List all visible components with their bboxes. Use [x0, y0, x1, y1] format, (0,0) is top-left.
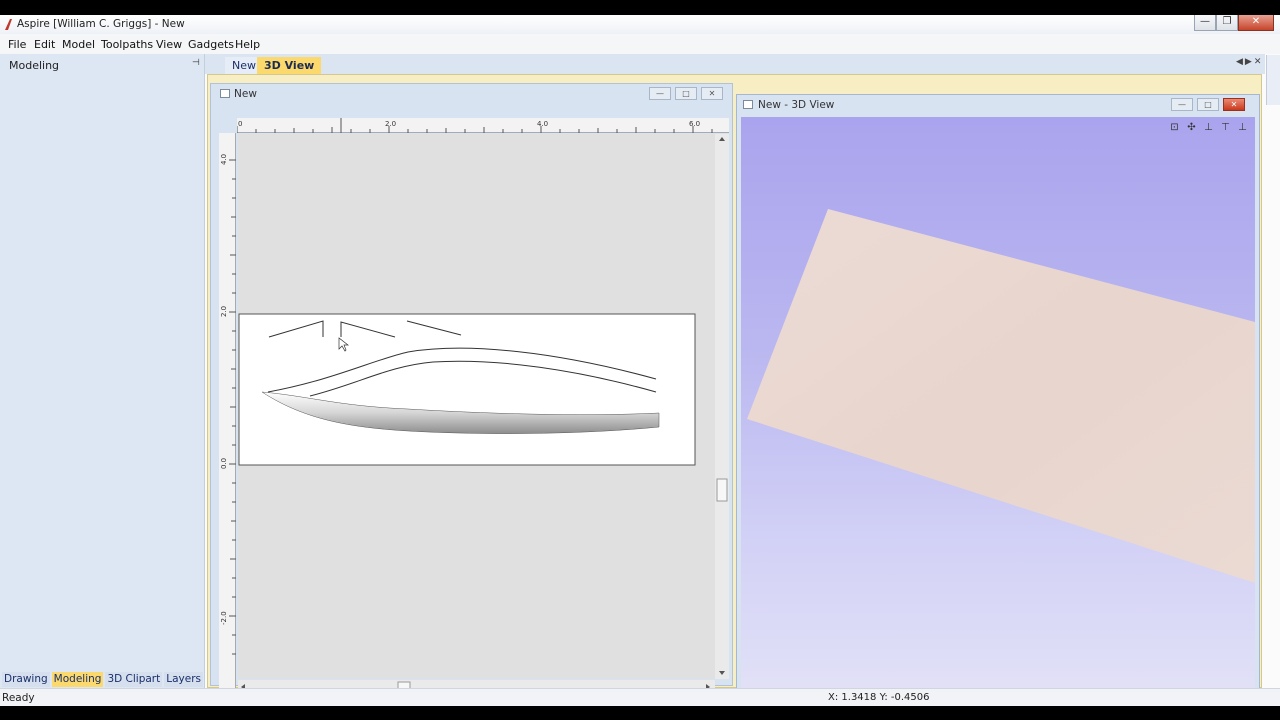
ruler-left-label-neg2: -2.0: [220, 611, 228, 625]
ruler-ticks-h: 0 2.0 4.0 6.0: [236, 118, 713, 133]
pin-icon[interactable]: ⊣: [192, 58, 200, 68]
vertical-ruler: 4.0 2.0 0.0 -2.0: [219, 133, 236, 688]
aspire-logo-icon: [5, 19, 12, 30]
ruler-left-label-0: 0.0: [220, 458, 228, 469]
menu-toolpaths[interactable]: Toolpaths: [101, 38, 153, 51]
view-3d-minimize-button[interactable]: —: [1171, 98, 1193, 111]
material-sheet[interactable]: [238, 313, 696, 466]
view-2d-title: New: [234, 88, 257, 100]
view-3d-close-button[interactable]: ✕: [1223, 98, 1245, 111]
view-3d-toolbar: ⊡ ✣ ⊥ ⊤ ⊥: [1167, 121, 1250, 134]
menu-model[interactable]: Model: [62, 38, 95, 51]
ruler-label-6: 6.0: [689, 120, 700, 128]
vertical-scrollbar[interactable]: [715, 134, 729, 679]
menu-edit[interactable]: Edit: [34, 38, 55, 51]
right-dock-strip[interactable]: [1266, 55, 1280, 105]
canvas-drawing: [238, 313, 696, 466]
scroll-up-icon[interactable]: [719, 137, 725, 141]
ruler-left-label-2: 2.0: [220, 306, 228, 317]
title-bar[interactable]: Aspire [William C. Griggs] - New — ❐ ✕: [0, 15, 1280, 34]
scroll-down-icon[interactable]: [719, 671, 725, 675]
zoom-all-icon[interactable]: ⊡: [1167, 121, 1182, 134]
panel-tabs: Drawing Modeling 3D Clipart Layers: [0, 672, 205, 687]
view-2d-window: New — □ ✕ 0 2.0 4.0 6.0 4.0 2.0 0.0 -2.0: [210, 83, 733, 694]
view-2d-maximize-button[interactable]: □: [675, 87, 697, 100]
ruler-label-2: 2.0: [385, 120, 396, 128]
minimize-button[interactable]: —: [1194, 15, 1216, 31]
menu-gadgets[interactable]: Gadgets: [188, 38, 234, 51]
close-button[interactable]: ✕: [1238, 15, 1274, 31]
document-tab-strip: New 3D View: [205, 54, 1265, 74]
render-viewport-3d[interactable]: [741, 117, 1255, 694]
menu-file[interactable]: File: [8, 38, 26, 51]
tab-3d-clipart[interactable]: 3D Clipart: [105, 672, 163, 687]
status-text: Ready: [2, 692, 35, 704]
view-iso-icon[interactable]: ⊥: [1201, 121, 1216, 134]
menu-bar: File Edit Model Toolpaths View Gadgets H…: [0, 34, 1280, 54]
pan-icon[interactable]: ✣: [1184, 121, 1199, 134]
view-3d-window: New - 3D View — □ ✕ ⊡ ✣ ⊥ ⊤ ⊥: [736, 94, 1260, 700]
view-3d-title: New - 3D View: [758, 99, 835, 111]
ruler-left-label-4: 4.0: [220, 154, 228, 165]
status-bar: Ready X: 1.3418 Y: -0.4506: [0, 688, 1280, 706]
app-window: Aspire [William C. Griggs] - New — ❐ ✕ F…: [0, 15, 1280, 706]
document-icon: [743, 100, 753, 109]
tab-modeling[interactable]: Modeling: [51, 672, 104, 687]
drawing-canvas[interactable]: [238, 134, 721, 679]
window-title: Aspire [William C. Griggs] - New: [17, 18, 185, 30]
view-3d-maximize-button[interactable]: □: [1197, 98, 1219, 111]
panel-title: Modeling: [9, 59, 60, 72]
doc-tab-3d-view[interactable]: 3D View: [257, 57, 322, 74]
view-2d-minimize-button[interactable]: —: [649, 87, 671, 100]
horizontal-ruler: 0 2.0 4.0 6.0: [236, 118, 729, 133]
material-board-3d[interactable]: [747, 209, 1255, 583]
restore-button[interactable]: ❐: [1216, 15, 1238, 31]
ruler-label-4: 4.0: [537, 120, 548, 128]
ruler-label-0: 0: [238, 120, 242, 128]
cursor-coordinates: X: 1.3418 Y: -0.4506: [828, 692, 930, 703]
tab-layers[interactable]: Layers: [164, 672, 203, 687]
document-icon: [220, 89, 230, 98]
tab-nav-arrows-icon[interactable]: ◀▶✕: [1236, 57, 1263, 67]
tab-drawing[interactable]: Drawing: [2, 672, 50, 687]
render-scene: [747, 209, 1255, 583]
view-front-icon[interactable]: ⊥: [1235, 121, 1250, 134]
view-3d-titlebar[interactable]: New - 3D View — □ ✕: [737, 95, 1259, 114]
vertical-scroll-thumb[interactable]: [716, 478, 728, 502]
view-2d-titlebar[interactable]: New — □ ✕: [211, 84, 732, 103]
modeling-panel: Modeling ⊣ Drawing Modeling 3D Clipart L…: [0, 54, 205, 688]
ruler-ticks-v: 4.0 2.0 0.0 -2.0: [220, 154, 236, 655]
view-top-icon[interactable]: ⊤: [1218, 121, 1233, 134]
menu-help[interactable]: Help: [235, 38, 260, 51]
menu-view[interactable]: View: [156, 38, 182, 51]
view-2d-close-button[interactable]: ✕: [701, 87, 723, 100]
